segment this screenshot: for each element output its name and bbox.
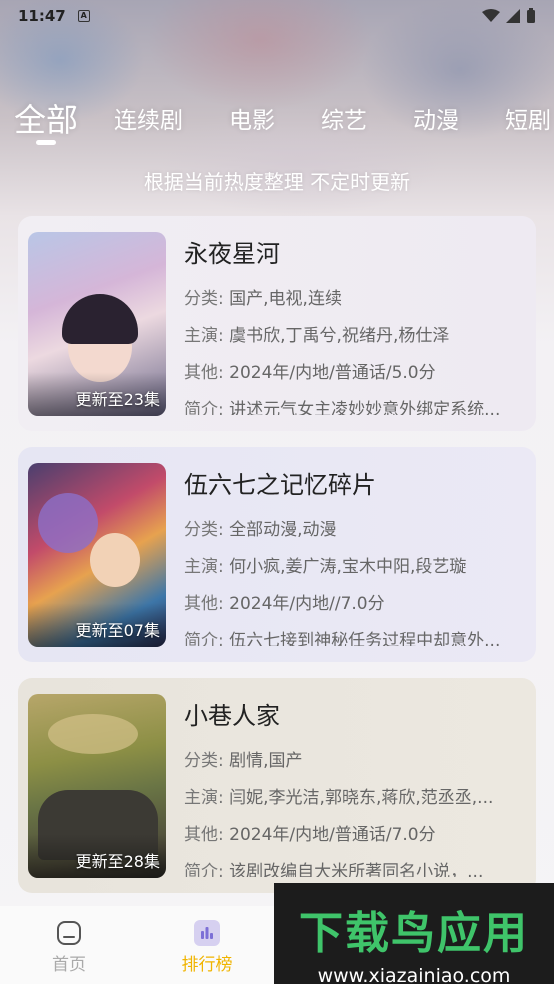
page-subtitle: 根据当前热度整理 不定时更新 bbox=[143, 170, 411, 194]
other-row: 其他: 2024年/内地/普通话/5.0分 bbox=[184, 363, 436, 383]
episode-badge: 更新至07集 bbox=[75, 621, 160, 640]
wifi-icon bbox=[482, 9, 500, 22]
desc-row: 简介: 该剧改编自大米所著同名小说，... bbox=[184, 862, 484, 877]
tab-short-drama[interactable]: 短剧 bbox=[505, 101, 551, 135]
watermark-url: www.xiazainiao.com bbox=[317, 965, 511, 984]
ranking-icon bbox=[194, 920, 220, 946]
watermark-title: 下载鸟应用 bbox=[299, 908, 529, 959]
desc-row: 简介: 讲述元气女主凌妙妙意外绑定系统... bbox=[184, 400, 501, 415]
category-row: 分类: 国产,电视,连续 bbox=[184, 289, 342, 309]
poster-image[interactable]: 更新至23集 bbox=[28, 232, 166, 416]
item-title: 伍六七之记忆碎片 bbox=[184, 471, 376, 499]
other-row: 其他: 2024年/内地/普通话/7.0分 bbox=[184, 825, 436, 845]
poster-image[interactable]: 更新至28集 bbox=[28, 694, 166, 878]
status-bar: 11:47 A bbox=[0, 0, 554, 32]
status-icons bbox=[482, 8, 536, 24]
cast-row: 主演: 闫妮,李光洁,郭晓东,蒋欣,范丞丞,... bbox=[184, 788, 494, 808]
item-info: 永夜星河 分类: 国产,电视,连续 主演: 虞书欣,丁禹兮,祝绪丹,杨仕泽 其他… bbox=[184, 232, 514, 415]
item-info: 小巷人家 分类: 剧情,国产 主演: 闫妮,李光洁,郭晓东,蒋欣,范丞丞,...… bbox=[184, 694, 514, 877]
nav-label: 首页 bbox=[52, 955, 86, 975]
category-tabs: 全部 连续剧 电影 综艺 动漫 短剧 bbox=[14, 96, 554, 140]
nav-home[interactable]: 首页 bbox=[0, 906, 138, 975]
episode-badge: 更新至23集 bbox=[75, 390, 160, 409]
notification-icon: A bbox=[77, 10, 90, 22]
tab-series[interactable]: 连续剧 bbox=[114, 101, 183, 135]
tab-variety[interactable]: 综艺 bbox=[321, 101, 367, 135]
tab-anime[interactable]: 动漫 bbox=[413, 101, 459, 135]
category-row: 分类: 剧情,国产 bbox=[184, 751, 303, 771]
list-item[interactable]: 更新至07集 伍六七之记忆碎片 分类: 全部动漫,动漫 主演: 何小疯,姜广涛,… bbox=[18, 447, 536, 662]
item-title: 小巷人家 bbox=[184, 702, 280, 730]
category-row: 分类: 全部动漫,动漫 bbox=[184, 520, 337, 540]
tab-all[interactable]: 全部 bbox=[14, 96, 78, 140]
signal-icon bbox=[506, 9, 520, 23]
list-item[interactable]: 更新至28集 小巷人家 分类: 剧情,国产 主演: 闫妮,李光洁,郭晓东,蒋欣,… bbox=[18, 678, 536, 893]
poster-figure bbox=[62, 294, 138, 344]
cast-row: 主演: 虞书欣,丁禹兮,祝绪丹,杨仕泽 bbox=[184, 326, 450, 346]
ranking-list: 更新至23集 永夜星河 分类: 国产,电视,连续 主演: 虞书欣,丁禹兮,祝绪丹… bbox=[18, 216, 536, 909]
poster-figure bbox=[90, 533, 140, 587]
nav-ranking[interactable]: 排行榜 bbox=[138, 906, 276, 975]
item-title: 永夜星河 bbox=[184, 240, 280, 268]
nav-label: 排行榜 bbox=[181, 955, 233, 975]
item-info: 伍六七之记忆碎片 分类: 全部动漫,动漫 主演: 何小疯,姜广涛,宝木中阳,段艺… bbox=[184, 463, 514, 646]
status-time: 11:47 bbox=[18, 7, 66, 25]
tab-movie[interactable]: 电影 bbox=[229, 101, 275, 135]
active-tab-indicator bbox=[36, 140, 56, 145]
poster-figure bbox=[38, 493, 98, 553]
watermark-logo: 下载鸟应用 www.xiazainiao.com bbox=[274, 883, 554, 984]
cast-row: 主演: 何小疯,姜广涛,宝木中阳,段艺璇 bbox=[184, 557, 467, 577]
poster-image[interactable]: 更新至07集 bbox=[28, 463, 166, 647]
list-item[interactable]: 更新至23集 永夜星河 分类: 国产,电视,连续 主演: 虞书欣,丁禹兮,祝绪丹… bbox=[18, 216, 536, 431]
battery-icon bbox=[527, 8, 535, 23]
home-icon bbox=[56, 920, 82, 946]
desc-row: 简介: 伍六七接到神秘任务过程中却意外... bbox=[184, 631, 501, 646]
other-row: 其他: 2024年/内地//7.0分 bbox=[184, 594, 385, 614]
poster-figure bbox=[48, 714, 138, 754]
episode-badge: 更新至28集 bbox=[75, 852, 160, 871]
